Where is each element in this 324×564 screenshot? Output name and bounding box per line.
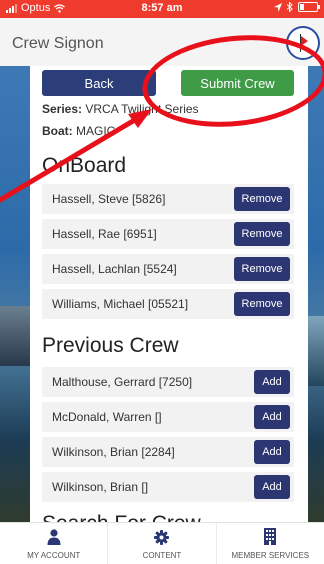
tab-content[interactable]: CONTENT [108,523,217,564]
tab-my-account[interactable]: MY ACCOUNT [0,523,109,564]
annotation-arrow [0,109,152,203]
building-icon [264,528,277,545]
tab-member-services[interactable]: MEMBER SERVICES [217,523,324,564]
tab-label: MY ACCOUNT [27,551,81,560]
gear-icon [154,530,170,545]
bottom-tab-bar: MY ACCOUNT CONTENT MEMBER SERVICES [0,522,324,564]
tab-label: CONTENT [142,551,182,560]
person-icon [47,529,61,545]
tab-label: MEMBER SERVICES [231,551,310,560]
